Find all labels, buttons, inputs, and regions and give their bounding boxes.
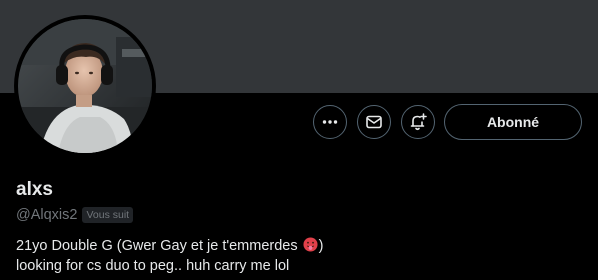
more-button[interactable] <box>313 105 347 139</box>
bio-line-1-text: 21yo Double G (Gwer Gay et je t'emmerdes <box>16 238 298 254</box>
bio-line-1-end: ) <box>318 238 324 254</box>
profile-bio: 21yo Double G (Gwer Gay et je t'emmerdes… <box>16 236 586 276</box>
bell-plus-icon <box>410 113 427 131</box>
bio-line-1: 21yo Double G (Gwer Gay et je t'emmerdes… <box>16 236 586 256</box>
ellipsis-icon <box>322 120 338 124</box>
tongue-out-emoji-icon <box>303 237 318 252</box>
bio-line-2: looking for cs duo to peg.. huh carry me… <box>16 258 290 274</box>
follows-you-badge: Vous suit <box>82 207 134 223</box>
display-name: alxs <box>16 179 53 200</box>
handle-row: @Alqxis2 Vous suit <box>16 205 134 225</box>
profile-header: Abonné alxs @Alqxis2 Vous suit 21yo Doub… <box>0 0 598 280</box>
avatar[interactable] <box>14 15 156 157</box>
username-handle: @Alqxis2 <box>16 207 78 223</box>
envelope-icon <box>366 115 382 129</box>
notifications-button[interactable] <box>401 105 435 139</box>
profile-photo <box>18 19 152 153</box>
following-button[interactable]: Abonné <box>444 104 582 140</box>
message-button[interactable] <box>357 105 391 139</box>
